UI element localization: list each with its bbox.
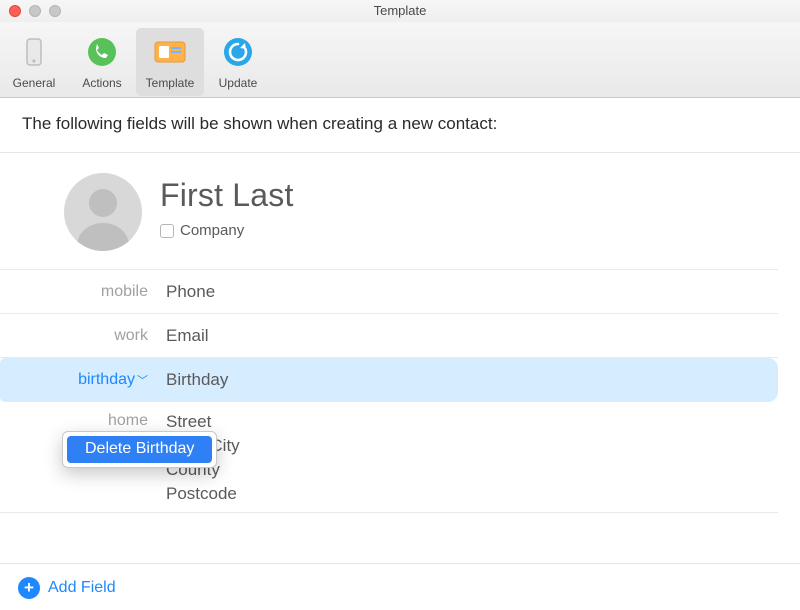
avatar-placeholder	[64, 173, 142, 251]
template-preview: First Last Company mobile Phone work Ema…	[0, 153, 800, 563]
toolbar-tab-label: Update	[219, 76, 258, 90]
card-icon	[150, 32, 190, 72]
field-row-work[interactable]: work Email	[0, 314, 778, 358]
company-row[interactable]: Company	[160, 222, 294, 239]
field-value: Phone	[158, 282, 215, 302]
contact-name: First Last	[160, 177, 294, 214]
context-menu: Delete Birthday	[62, 431, 217, 468]
refresh-icon	[218, 32, 258, 72]
toolbar-tab-general[interactable]: General	[0, 28, 68, 96]
toolbar-tab-label: Template	[146, 76, 195, 90]
field-label[interactable]: mobile	[0, 283, 158, 301]
toolbar-tab-label: General	[13, 76, 56, 90]
footer: + Add Field	[0, 563, 800, 610]
company-checkbox[interactable]	[160, 224, 174, 238]
address-line: Postcode	[166, 484, 240, 504]
plus-circle-icon[interactable]: +	[18, 577, 40, 599]
address-line: Street	[166, 412, 240, 432]
phone-action-icon	[82, 32, 122, 72]
preferences-toolbar: General Actions Template	[0, 22, 800, 98]
add-field-button[interactable]: Add Field	[48, 579, 116, 597]
fields-list: mobile Phone work Email birthday ﹀ Birth…	[0, 270, 800, 513]
field-label-dropdown[interactable]: birthday ﹀	[0, 371, 158, 389]
toolbar-tab-label: Actions	[82, 76, 121, 90]
company-label: Company	[180, 222, 244, 239]
field-row-mobile[interactable]: mobile Phone	[0, 270, 778, 314]
field-label[interactable]: work	[0, 327, 158, 345]
card-header: First Last Company	[0, 153, 778, 270]
chevron-down-icon: ﹀	[137, 372, 148, 388]
field-value: Birthday	[158, 370, 228, 390]
window-title: Template	[0, 3, 800, 18]
toolbar-tab-actions[interactable]: Actions	[68, 28, 136, 96]
card-title-block: First Last Company	[160, 173, 294, 239]
description-text: The following fields will be shown when …	[0, 98, 800, 153]
field-row-birthday[interactable]: birthday ﹀ Birthday	[0, 358, 778, 402]
field-value: Email	[158, 326, 209, 346]
phone-icon	[14, 32, 54, 72]
titlebar: Template	[0, 0, 800, 22]
toolbar-tab-template[interactable]: Template	[136, 28, 204, 96]
menu-item-delete-birthday[interactable]: Delete Birthday	[67, 436, 212, 463]
toolbar-tab-update[interactable]: Update	[204, 28, 272, 96]
field-label-text: birthday	[78, 371, 135, 389]
